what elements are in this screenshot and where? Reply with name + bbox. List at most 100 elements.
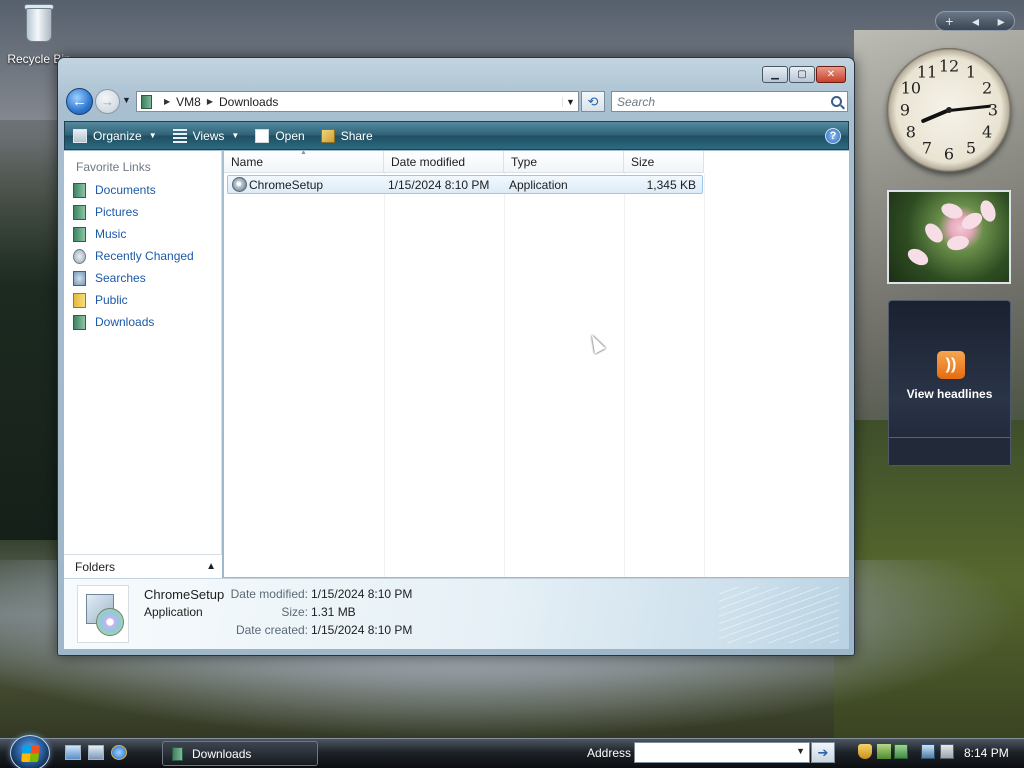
share-label: Share — [340, 128, 373, 143]
breadcrumb-arrow-icon[interactable]: ▶ — [164, 97, 170, 106]
searches-icon — [73, 270, 86, 286]
folders-toggle[interactable]: Folders ▲ — [64, 554, 222, 578]
nav-link-music[interactable]: Music — [64, 223, 221, 245]
downloads-icon — [73, 314, 86, 330]
slideshow-gadget[interactable] — [887, 190, 1011, 284]
clock-number: 5 — [965, 138, 977, 158]
column-divider — [384, 173, 385, 577]
breadcrumb-arrow-icon[interactable]: ▶ — [207, 97, 213, 106]
details-file-name: ChromeSetup — [144, 587, 225, 602]
security-center-icon[interactable] — [877, 744, 891, 759]
file-name: ChromeSetup — [249, 178, 324, 192]
recent-pages-dropdown[interactable]: ▼ — [122, 95, 131, 105]
open-button[interactable]: Open — [247, 122, 312, 149]
organize-button[interactable]: Organize ▼ — [65, 122, 165, 149]
nav-link-label: Searches — [95, 271, 146, 285]
folder-icon — [172, 746, 183, 761]
chevron-down-icon: ▼ — [231, 131, 240, 140]
search-input[interactable]: Search — [611, 91, 848, 112]
volume-muted-icon[interactable] — [940, 744, 954, 759]
breadcrumb-vm8[interactable]: VM8 — [176, 95, 201, 109]
music-icon — [73, 226, 86, 242]
clock-number: 9 — [899, 100, 911, 120]
security-shield-icon[interactable] — [858, 744, 872, 759]
caption-buttons: ▁ ▢ ✕ — [762, 66, 846, 83]
back-button[interactable]: ← — [66, 88, 93, 115]
views-button[interactable]: Views ▼ — [165, 122, 248, 149]
organize-icon — [73, 128, 87, 143]
nav-link-label: Recently Changed — [95, 249, 194, 263]
file-date-modified: 1/15/2024 8:10 PM — [388, 178, 490, 192]
minimize-button[interactable]: ▁ — [762, 66, 788, 83]
clock-gadget[interactable]: 12 1 2 3 4 5 6 7 8 9 10 11 — [887, 48, 1011, 172]
taskbar-button-downloads[interactable]: Downloads — [162, 741, 318, 766]
feed-gadget-footer — [889, 437, 1010, 465]
column-header-name[interactable]: Name ▲ — [224, 151, 384, 173]
network-icon[interactable] — [921, 744, 935, 759]
details-file-kind: Application — [144, 605, 203, 619]
column-header-size[interactable]: Size — [624, 151, 704, 173]
details-pane: ChromeSetup Application Date modified: 1… — [64, 578, 849, 649]
taskbar-address-input[interactable]: ▼ — [634, 742, 810, 763]
address-dropdown-icon[interactable]: ▼ — [562, 96, 578, 107]
taskbar-clock[interactable]: 8:14 PM — [964, 746, 1009, 760]
details-size-label: Size: — [281, 605, 308, 619]
clock-number: 1 — [965, 62, 977, 82]
sidebar-gadget-controls: + ◂ ▸ — [935, 11, 1015, 31]
nav-link-label: Public — [95, 293, 128, 307]
nav-link-searches[interactable]: Searches — [64, 267, 221, 289]
nav-link-label: Music — [95, 227, 127, 241]
recycle-bin-icon — [22, 2, 56, 44]
clock-number: 6 — [943, 144, 955, 164]
views-icon — [172, 128, 187, 143]
organize-label: Organize — [93, 128, 142, 143]
nav-link-downloads[interactable]: Downloads — [64, 311, 221, 333]
sort-ascending-icon: ▲ — [300, 151, 307, 156]
details-date-modified: 1/15/2024 8:10 PM — [311, 587, 413, 601]
feed-headlines-gadget[interactable]: )) View headlines — [888, 300, 1011, 466]
maximize-button[interactable]: ▢ — [789, 66, 815, 83]
update-icon[interactable] — [894, 744, 908, 759]
folders-label: Folders — [75, 559, 116, 574]
nav-link-label: Documents — [95, 183, 156, 197]
taskbar-address-go-button[interactable]: ➔ — [811, 742, 835, 763]
column-header-label: Size — [631, 155, 655, 169]
start-button[interactable] — [10, 735, 50, 768]
forward-button[interactable]: → — [95, 89, 120, 114]
breadcrumb-downloads[interactable]: Downloads — [219, 95, 278, 109]
prev-gadget-button[interactable]: ◂ — [972, 13, 979, 30]
nav-link-pictures[interactable]: Pictures — [64, 201, 221, 223]
rss-icon: )) — [937, 351, 965, 379]
show-desktop-icon[interactable] — [65, 745, 81, 760]
refresh-button[interactable]: ⟲ — [581, 91, 605, 112]
windows-logo-icon — [21, 745, 40, 762]
documents-icon — [73, 182, 86, 198]
details-date-modified-label: Date modified: — [230, 587, 308, 601]
clock-number: 7 — [921, 138, 933, 158]
folder-icon — [141, 94, 152, 109]
column-header-date-modified[interactable]: Date modified — [384, 151, 504, 173]
file-size: 1,345 KB — [646, 178, 696, 192]
clock-minute-hand — [948, 104, 991, 112]
column-divider — [504, 173, 505, 577]
share-button[interactable]: Share — [313, 122, 381, 149]
next-gadget-button[interactable]: ▸ — [998, 13, 1005, 30]
address-bar[interactable]: ▶ VM8 ▶ Downloads ▼ — [136, 91, 579, 112]
file-row-chromesetup[interactable]: ChromeSetup 1/15/2024 8:10 PM Applicatio… — [227, 175, 703, 194]
clock-number: 4 — [982, 122, 993, 142]
chevron-down-icon[interactable]: ▼ — [796, 746, 805, 756]
nav-link-public[interactable]: Public — [64, 289, 221, 311]
search-icon[interactable] — [831, 96, 842, 107]
help-icon[interactable]: ? — [825, 127, 841, 144]
add-gadget-button[interactable]: + — [945, 13, 953, 29]
column-header-label: Name — [231, 155, 264, 169]
column-header-type[interactable]: Type — [504, 151, 624, 173]
search-placeholder: Search — [617, 94, 656, 109]
clock-center — [946, 107, 952, 113]
close-button[interactable]: ✕ — [816, 66, 846, 83]
switch-windows-icon[interactable] — [88, 745, 104, 760]
nav-link-recently-changed[interactable]: Recently Changed — [64, 245, 221, 267]
chevron-down-icon: ▼ — [148, 131, 157, 140]
nav-link-documents[interactable]: Documents — [64, 179, 221, 201]
internet-explorer-icon[interactable] — [111, 745, 127, 760]
